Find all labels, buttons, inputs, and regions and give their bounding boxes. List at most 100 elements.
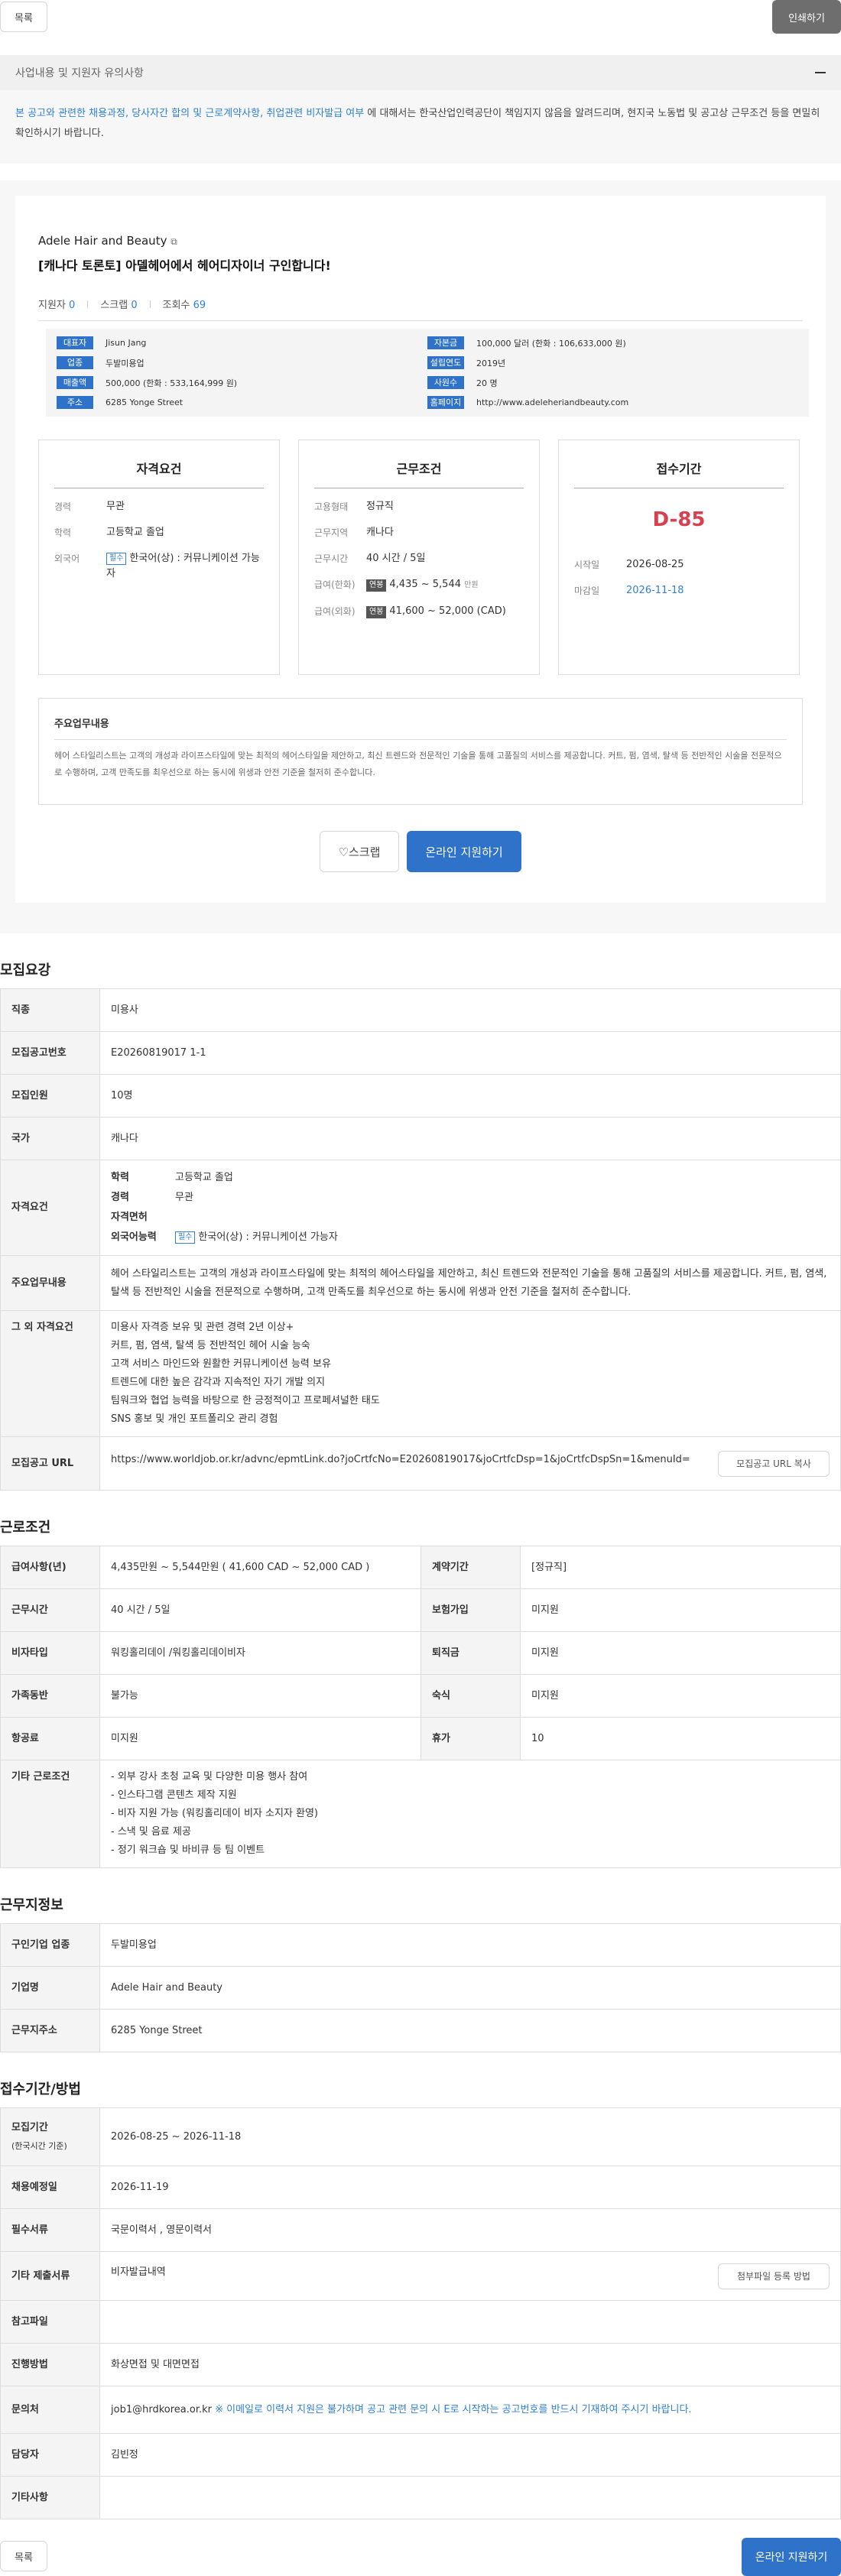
table-value-cell: [정규직] xyxy=(520,1546,841,1589)
table-value-cell: E20260819017 1-1 xyxy=(99,1031,841,1075)
bottom-list-button[interactable]: 목록 xyxy=(0,2541,47,2571)
views-count: 조회수 69 xyxy=(162,300,206,311)
info-revenue: 매출액 500,000 (한화 : 533,164,999 원) xyxy=(57,376,427,389)
info-item: 시작일 2026-08-25 xyxy=(574,559,684,570)
notice-highlight: 본 공고와 관련한 채용과정, 당사자간 합의 및 근로계약사항, 취업관련 비… xyxy=(15,108,365,119)
table-label-cell: 휴가 xyxy=(420,1717,521,1760)
info-item: 경력 무관 xyxy=(111,1192,193,1203)
info-address: 주소 6285 Yonge Street xyxy=(57,396,427,409)
table-value-cell: 미지원 xyxy=(520,1631,841,1675)
table-label-cell: 필수서류 xyxy=(0,2208,100,2252)
company-info-grid: 대표자 Jisun Jang 자본금 100,000 달러 (한화 : 106,63… xyxy=(46,329,809,417)
table-label-cell: 계약기간 xyxy=(420,1546,521,1589)
table-label-cell: 퇴직금 xyxy=(420,1631,521,1675)
table-label-cell: 기타 근로조건 xyxy=(0,1760,100,1868)
info-item: 연봉 xyxy=(366,606,387,618)
info-item: 업종 xyxy=(57,356,93,369)
table-value-cell: Adele Hair and Beauty xyxy=(99,1966,841,2010)
info-item: 근무시간 40 시간 / 5일 xyxy=(314,553,426,564)
table-value-cell: 2026-11-19 xyxy=(99,2166,841,2209)
info-item: 자격면허 xyxy=(111,1212,148,1223)
table-value-cell: 미지원 xyxy=(520,1588,841,1632)
info-item: 급여(외화) 연봉 41,600 ~ 52,000 (CAD) xyxy=(314,605,506,618)
table-value-cell: 40 시간 / 5일 xyxy=(99,1588,421,1632)
info-capital: 자본금 100,000 달러 (한화 : 106,633,000 원) xyxy=(427,336,798,349)
applicants-count: 지원자 0 xyxy=(38,300,76,311)
table-label-cell: 기타 제출서류 xyxy=(0,2251,100,2301)
notice-header[interactable]: 사업내용 및 지원자 유의사항 xyxy=(0,55,841,90)
bottom-apply-button[interactable]: 온라인 지원하기 xyxy=(742,2538,841,2576)
info-item: 학력 고등학교 졸업 xyxy=(54,527,164,538)
info-industry: 업종 두발미용업 xyxy=(57,356,427,369)
copy-url-button[interactable]: 모집공고 URL 복사 xyxy=(718,1450,830,1477)
copy-icon[interactable]: ⧉ xyxy=(170,236,177,247)
table-label-cell: 근무지주소 xyxy=(0,2009,100,2052)
table-label-cell: 구인기업 업종 xyxy=(0,1923,100,1967)
info-item: 홈페이지 xyxy=(427,396,464,409)
table-value-cell: 화상면접 및 대면면접 xyxy=(99,2343,841,2386)
info-item: 필수 xyxy=(106,552,127,565)
table-label-cell: 그 외 자격요건 xyxy=(0,1310,100,1437)
info-item: 외국어능력 필수 한국어(상) : 커뮤니케이션 가능자 xyxy=(111,1231,338,1244)
work-conditions-box: 근무조건 고용형태 정규직 근무지역 캐나다 근무시간 40 시간 / 5일 급여(한… xyxy=(298,440,540,675)
info-item: 급여(한화) 연봉 4,435 ~ 5,544 만원 xyxy=(314,579,479,592)
notice-body: 본 공고와 관련한 채용과정, 당사자간 합의 및 근로계약사항, 취업관련 비… xyxy=(0,90,841,164)
list-button[interactable]: 목록 xyxy=(0,2,47,32)
info-item: 자격요건 xyxy=(54,454,264,488)
table-value-cell: 워킹홀리데이 /워킹홀리데이비자 xyxy=(99,1631,421,1675)
apply-online-button[interactable]: 온라인 지원하기 xyxy=(407,831,521,872)
table-label-cell: 자격요건 xyxy=(0,1160,100,1256)
info-item: 자본금 xyxy=(427,336,464,349)
info-item: 헤어 스타일리스트는 고객의 개성과 라이프스타일에 맞는 최적의 헤어스타일을… xyxy=(54,751,782,777)
recruit-table: 직종 미용사 모집공고번호 E20260819017 1-1 모집인원 10명 국가 캐… xyxy=(0,988,841,1491)
duty-box: 주요업무내용 헤어 스타일리스트는 고객의 개성과 라이프스타일에 맞는 최적의… xyxy=(38,698,803,805)
info-item: 외국어 필수 한국어(상) : 커뮤니케이션 가능자 xyxy=(54,552,260,579)
summary-boxes: 자격요건 경력 무관 학력 고등학교 졸업 외국어 필수 한국어(상) : 커뮤니케이션… xyxy=(38,440,803,675)
table-value-cell: 국문이력서 , 영문이력서 xyxy=(99,2208,841,2252)
bottom-toolbar: 목록 온라인 지원하기 xyxy=(0,2529,841,2576)
table-value-cell: 헤어 스타일리스트는 고객의 개성과 라이프스타일에 맞는 최적의 헤어스타일을… xyxy=(99,1255,841,1311)
summary-section: Adele Hair and Beauty ⧉ [캐나다 토론토] 아델헤어에서… xyxy=(0,180,841,933)
recruit-title: 모집요강 xyxy=(0,962,51,978)
apply-title: 접수기간/방법 xyxy=(0,2081,81,2097)
table-value-cell: 미용사 자격증 보유 및 관련 경력 2년 이상+ 커트, 펌, 염색, 탈색 등… xyxy=(99,1310,841,1437)
stats-bar: 지원자 0 스크랩 0 조회수 69 xyxy=(38,297,803,321)
info-founded: 설립연도 2019년 xyxy=(427,356,798,369)
table-value-cell: 김빈정 xyxy=(99,2433,841,2477)
table-value-cell: 두발미용업 xyxy=(99,1923,841,1967)
table-value-cell xyxy=(99,2476,841,2519)
table-value-cell: 불가능 xyxy=(99,1674,421,1718)
table-label-cell: 모집기간 (한국시간 기준) xyxy=(0,2107,100,2166)
contact-email[interactable]: job1@hrdkorea.or.kr xyxy=(111,2404,212,2415)
info-item: 연봉 xyxy=(366,579,387,592)
qualification-box: 자격요건 경력 무관 학력 고등학교 졸업 외국어 필수 한국어(상) : 커뮤니케이션… xyxy=(38,440,280,675)
collapse-icon[interactable] xyxy=(815,72,826,73)
table-value-cell: - 외부 강사 초청 교육 및 다양한 미용 행사 참여 - 인스타그램 콘텐츠 … xyxy=(99,1760,841,1868)
info-item: 근무조건 xyxy=(314,454,524,488)
attachment-guide-button[interactable]: 첨부파일 등록 방법 xyxy=(718,2263,830,2289)
top-toolbar: 목록 인쇄하기 xyxy=(0,0,841,55)
table-value-cell: 학력 고등학교 졸업 경력 무관 자격면허 외국어능력 필수 한국어(상) : 커뮤니케… xyxy=(99,1160,841,1256)
scrap-button[interactable]: ♡스크랩 xyxy=(320,831,399,872)
info-ceo: 대표자 Jisun Jang xyxy=(57,336,427,349)
table-label-cell: 숙식 xyxy=(420,1674,521,1718)
table-label-cell: 문의처 xyxy=(0,2386,100,2434)
info-item: 사원수 xyxy=(427,376,464,389)
info-employees: 사원수 20 명 xyxy=(427,376,798,389)
print-button[interactable]: 인쇄하기 xyxy=(772,0,841,34)
table-value-cell: 첨부파일 등록 방법 비자발급내역 xyxy=(99,2251,841,2301)
recruit-url[interactable]: https://www.worldjob.or.kr/advnc/epmtLin… xyxy=(111,1451,692,1469)
company-name: Adele Hair and Beauty ⧉ xyxy=(38,234,177,248)
summary-actions: ♡스크랩 온라인 지원하기 xyxy=(38,831,803,903)
info-item: 근무지역 캐나다 xyxy=(314,527,394,538)
info-item: 주요업무내용 xyxy=(54,715,787,740)
dday-counter: D-85 xyxy=(652,508,706,531)
apply-table: 모집기간 (한국시간 기준) 2026-08-25 ~ 2026-11-18 채용예… xyxy=(0,2107,841,2519)
table-label-cell: 담당자 xyxy=(0,2433,100,2477)
table-label-cell: 모집인원 xyxy=(0,1074,100,1118)
table-value-cell: 10 xyxy=(520,1717,841,1760)
info-item: 설립연도 xyxy=(427,356,464,369)
table-label-cell: 기타사항 xyxy=(0,2476,100,2519)
table-label-cell: 채용예정일 xyxy=(0,2166,100,2209)
info-homepage: 홈페이지 http://www.adeleheriandbeauty.com xyxy=(427,396,798,409)
